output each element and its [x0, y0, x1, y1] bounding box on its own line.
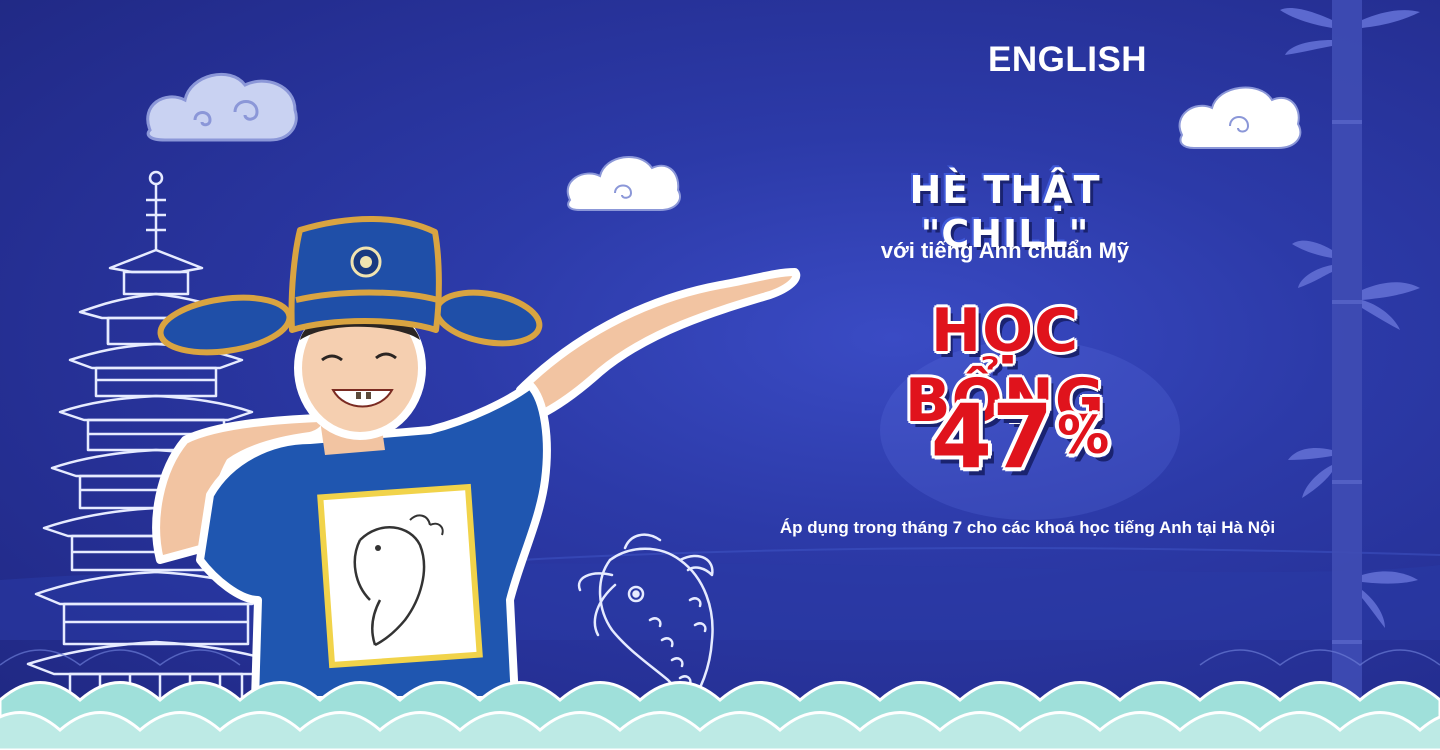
cloud-icon [566, 156, 681, 211]
wave-pattern-icon [0, 649, 1440, 750]
promo-subheadline: với tiếng Anh chuẩn Mỹ [880, 238, 1130, 263]
cloud-icon [1178, 86, 1302, 149]
background-scene [0, 0, 1440, 750]
promo-note: Áp dụng trong tháng 7 cho các khoá học t… [779, 518, 1276, 537]
discount-percent: 47% [900, 385, 1140, 488]
brand-label: ENGLISH [988, 40, 1148, 79]
cloud-icon [146, 72, 298, 142]
discount-value: 47 [930, 385, 1054, 488]
percent-sign: % [1057, 406, 1110, 466]
promo-banner: ENGLISH HÈ THẬT "CHILL" với tiếng Anh ch… [0, 0, 1440, 750]
